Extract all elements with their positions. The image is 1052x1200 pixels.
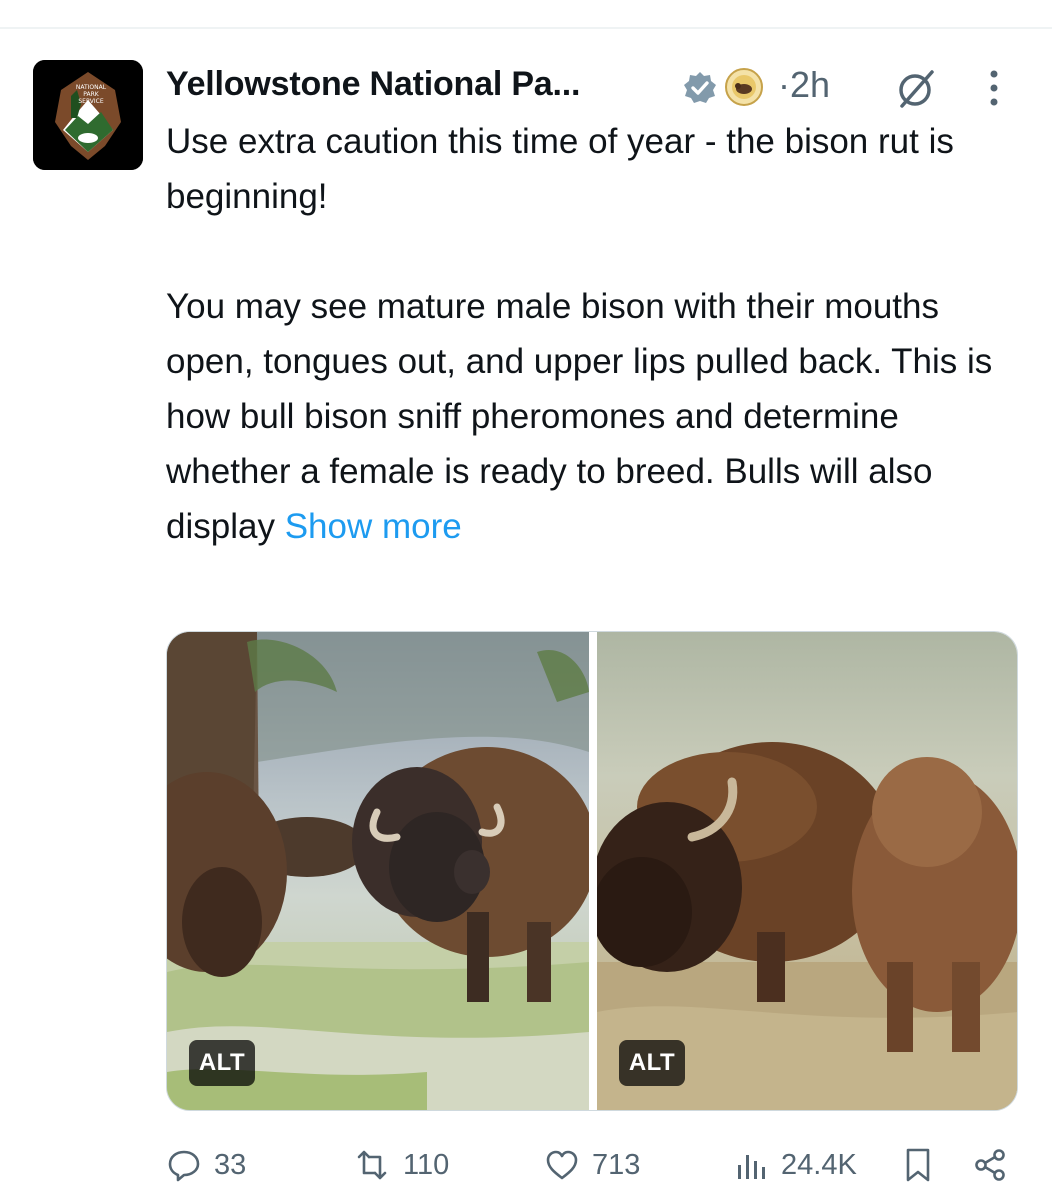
heart-icon: [546, 1150, 578, 1180]
repost-button[interactable]: 110: [353, 1140, 449, 1190]
views-button[interactable]: 24.4K: [733, 1140, 857, 1190]
reply-count: 33: [214, 1148, 247, 1181]
action-bar: 33 110 713 24.4K: [166, 1140, 1026, 1190]
repost-icon: [357, 1150, 387, 1180]
reply-button[interactable]: 33: [166, 1140, 246, 1190]
post-text: Use extra caution this time of year - th…: [166, 114, 1026, 554]
more-options-icon[interactable]: [979, 66, 1009, 110]
views-count: 24.4K: [781, 1148, 857, 1181]
verified-badge-icon[interactable]: [682, 70, 718, 106]
bookmark-button[interactable]: [901, 1140, 947, 1190]
post-text-paragraph-2: You may see mature male bison with their…: [166, 287, 993, 546]
share-icon: [975, 1149, 1005, 1181]
bison-photo-right[interactable]: ALT: [597, 632, 1017, 1110]
repost-count: 110: [403, 1148, 450, 1181]
post-text-paragraph-1: Use extra caution this time of year - th…: [166, 122, 954, 216]
grok-icon[interactable]: [894, 68, 936, 110]
share-button[interactable]: [972, 1140, 1020, 1190]
svg-text:SERVICE: SERVICE: [78, 98, 104, 105]
alt-badge-right[interactable]: ALT: [619, 1040, 685, 1086]
svg-text:PARK: PARK: [83, 91, 100, 98]
like-count: 713: [592, 1148, 641, 1181]
reply-icon: [168, 1150, 200, 1182]
views-bar-chart-icon: [738, 1155, 765, 1179]
post-header: Yellowstone National Pa... ·2h: [166, 62, 1032, 112]
logo-text: NATIONAL: [76, 84, 107, 91]
show-more-link[interactable]: Show more: [285, 507, 462, 546]
avatar[interactable]: NATIONAL PARK SERVICE: [33, 60, 143, 170]
bookmark-icon: [906, 1148, 930, 1182]
like-button[interactable]: 713: [544, 1140, 640, 1190]
alt-badge-left[interactable]: ALT: [189, 1040, 255, 1086]
government-seal-icon: [725, 68, 763, 106]
media-grid: ALT ALT: [166, 631, 1018, 1111]
top-divider: [0, 27, 1052, 29]
author-name[interactable]: Yellowstone National Pa...: [166, 65, 580, 104]
post-time[interactable]: ·2h: [778, 64, 830, 106]
nps-arrowhead-logo: NATIONAL PARK SERVICE: [33, 60, 143, 170]
bison-photo-left[interactable]: ALT: [167, 632, 589, 1110]
